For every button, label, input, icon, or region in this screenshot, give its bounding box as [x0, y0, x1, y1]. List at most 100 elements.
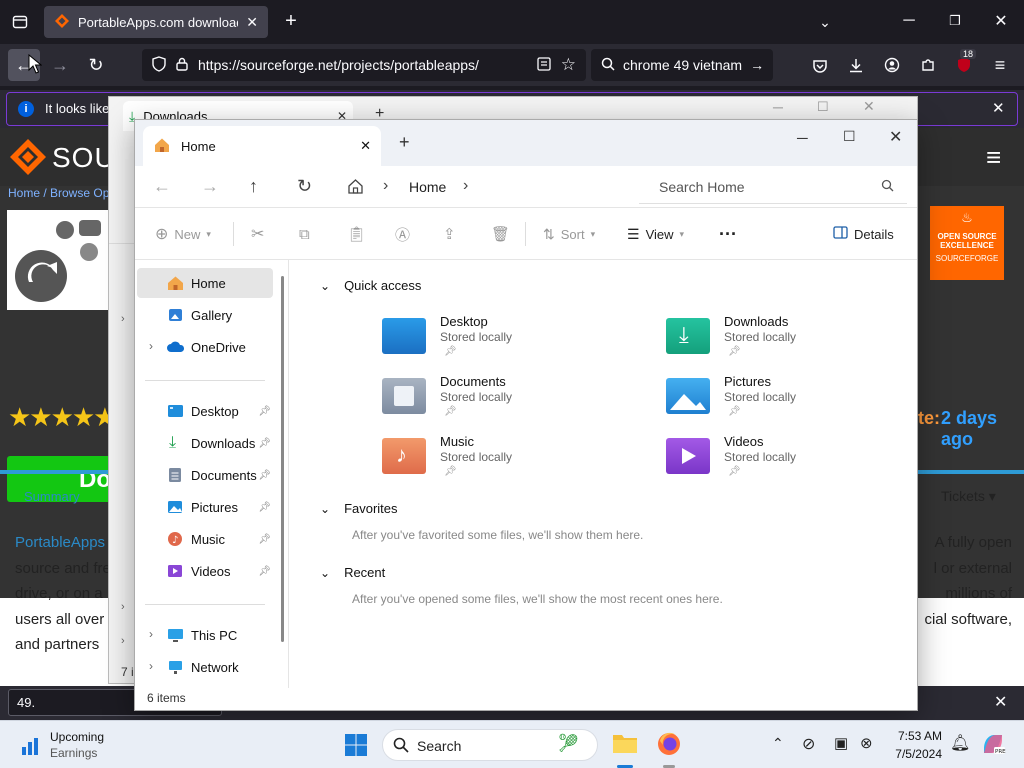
- windows-start-icon[interactable]: [344, 733, 368, 760]
- downloads-icon[interactable]: [846, 55, 866, 75]
- back-arrow-icon[interactable]: ←: [153, 176, 171, 197]
- sourceforge-logo-icon[interactable]: [8, 137, 48, 180]
- go-arrow-icon[interactable]: →: [750, 57, 764, 73]
- close-window-icon[interactable]: ✕: [992, 10, 1010, 32]
- network-status-icon[interactable]: ⊘: [802, 734, 815, 754]
- paste-icon[interactable]: 📋︎: [347, 220, 366, 248]
- up-arrow-icon[interactable]: ↑: [249, 176, 258, 197]
- nav-item-gallery[interactable]: Gallery: [137, 300, 273, 330]
- minimize-icon[interactable]: ─: [900, 10, 918, 32]
- maximize-icon[interactable]: ☐: [817, 99, 829, 115]
- lock-icon[interactable]: [176, 57, 188, 74]
- copilot-icon[interactable]: PRE: [980, 731, 1006, 760]
- nav-item-documents[interactable]: Documents 📌︎: [137, 460, 273, 490]
- url-bar[interactable]: https://sourceforge.net/projects/portabl…: [142, 49, 586, 81]
- close-tab-icon[interactable]: ✕: [246, 14, 258, 31]
- display-icon[interactable]: ▣: [834, 734, 848, 752]
- nav-item-downloads[interactable]: ⤓ Downloads 📌︎: [137, 428, 273, 458]
- search-bar[interactable]: chrome 49 vietnam →: [591, 49, 773, 81]
- chevron-up-icon[interactable]: ⌃: [772, 735, 784, 752]
- restore-icon[interactable]: ❐: [946, 10, 964, 32]
- find-close-icon[interactable]: ✕: [994, 692, 1007, 712]
- chevron-right-icon[interactable]: ›: [149, 659, 153, 673]
- forward-arrow-icon[interactable]: →: [201, 176, 219, 197]
- more-options-icon[interactable]: ···: [719, 220, 737, 248]
- site-menu-icon[interactable]: ≡: [986, 144, 1001, 170]
- close-icon[interactable]: ✕: [889, 127, 902, 147]
- favorites-header[interactable]: ⌄ Favorites: [320, 501, 398, 516]
- explorer-tab-home[interactable]: Home ✕: [143, 126, 381, 166]
- nav-scrollbar[interactable]: [281, 276, 284, 642]
- sort-button[interactable]: ⇅ Sort ▾: [543, 220, 595, 248]
- new-tab-button[interactable]: +: [280, 10, 302, 32]
- chevron-right-icon[interactable]: ›: [121, 601, 125, 613]
- quick-access-item[interactable]: Desktop Stored locally 📌︎: [382, 314, 622, 368]
- cut-icon[interactable]: ✂: [251, 220, 264, 248]
- nav-item-pictures[interactable]: Pictures 📌︎: [137, 492, 273, 522]
- extensions-icon[interactable]: [918, 55, 938, 75]
- account-icon[interactable]: [882, 55, 902, 75]
- notification-close-icon[interactable]: ✕: [992, 99, 1005, 117]
- file-explorer-taskbar-icon[interactable]: [612, 731, 638, 758]
- reload-button[interactable]: ↻: [86, 54, 106, 76]
- explorer-search-box[interactable]: Search Home: [639, 168, 907, 204]
- new-button[interactable]: ⊕ New ▾: [155, 220, 211, 248]
- bookmark-star-icon[interactable]: ☆: [561, 55, 576, 75]
- nav-item-network[interactable]: › Network: [137, 652, 273, 682]
- close-icon[interactable]: ✕: [863, 98, 875, 115]
- minimize-icon[interactable]: ─: [773, 99, 783, 115]
- chevron-right-icon[interactable]: ›: [149, 627, 153, 641]
- minimize-icon[interactable]: ─: [797, 130, 808, 147]
- nav-item-desktop[interactable]: Desktop 📌︎: [137, 396, 273, 426]
- quick-access-item[interactable]: Pictures Stored locally 📌︎: [666, 374, 906, 428]
- forward-button[interactable]: →: [50, 54, 70, 76]
- tab-summary[interactable]: Summary: [24, 489, 80, 504]
- menu-hamburger-icon[interactable]: ≡: [990, 55, 1010, 75]
- browser-tab[interactable]: PortableApps.com download | ✕: [44, 6, 268, 38]
- share-icon[interactable]: ⇪: [443, 220, 456, 248]
- site-breadcrumb[interactable]: Home / Browse Op: [8, 186, 109, 200]
- home-outline-icon[interactable]: [347, 178, 364, 198]
- nav-item-music[interactable]: ♪ Music 📌︎: [137, 524, 273, 554]
- address-breadcrumb[interactable]: Home: [409, 179, 446, 195]
- rename-icon[interactable]: Ⓐ: [395, 220, 410, 248]
- clock-date[interactable]: 7/5/2024: [886, 747, 942, 761]
- downloads-folder-icon: ⤓: [666, 318, 710, 354]
- chevron-right-icon[interactable]: ›: [463, 177, 468, 195]
- chevron-right-icon[interactable]: ›: [149, 339, 153, 353]
- chevron-right-icon[interactable]: ›: [121, 313, 125, 325]
- tab-tickets[interactable]: Tickets ▾: [941, 488, 996, 505]
- quick-access-item[interactable]: Documents Stored locally 📌︎: [382, 374, 622, 428]
- onedrive-cloud-icon: [167, 341, 185, 356]
- tab-list-icon[interactable]: [10, 12, 30, 32]
- refresh-icon[interactable]: ↻: [297, 176, 312, 197]
- recent-header[interactable]: ⌄ Recent: [320, 565, 385, 580]
- nav-item-home[interactable]: Home: [137, 268, 273, 298]
- view-button[interactable]: ☰ View ▾: [627, 220, 684, 248]
- copy-icon[interactable]: ⧉: [299, 220, 310, 248]
- nav-item-videos[interactable]: Videos 📌︎: [137, 556, 273, 586]
- shield-icon[interactable]: [152, 55, 166, 75]
- details-button[interactable]: Details: [833, 220, 894, 248]
- chevron-right-icon[interactable]: ›: [383, 177, 388, 195]
- firefox-taskbar-icon[interactable]: [656, 731, 682, 760]
- chevron-right-icon[interactable]: ›: [121, 635, 125, 647]
- clock-time[interactable]: 7:53 AM: [886, 729, 942, 743]
- nav-item-onedrive[interactable]: › OneDrive: [137, 332, 273, 362]
- new-tab-icon[interactable]: +: [399, 132, 410, 153]
- close-tab-icon[interactable]: ✕: [360, 138, 371, 154]
- pocket-icon[interactable]: [810, 56, 830, 76]
- volume-muted-icon[interactable]: ⊗: [860, 734, 873, 752]
- maximize-icon[interactable]: ☐: [843, 128, 856, 145]
- reader-view-icon[interactable]: [537, 56, 551, 74]
- quick-access-item[interactable]: ⤓ Downloads Stored locally 📌︎: [666, 314, 906, 368]
- notifications-bell-icon[interactable]: 🔔︎: [950, 733, 970, 753]
- delete-icon[interactable]: 🗑︎: [491, 220, 510, 248]
- quick-access-item[interactable]: ♪ Music Stored locally 📌︎: [382, 434, 622, 488]
- nav-item-this-pc[interactable]: › This PC: [137, 620, 273, 650]
- quick-access-header[interactable]: ⌄ Quick access: [320, 278, 421, 293]
- taskbar-search[interactable]: Search 🎾︎: [382, 729, 598, 761]
- weather-widget[interactable]: Upcoming Earnings: [16, 729, 116, 763]
- quick-access-item[interactable]: Videos Stored locally 📌︎: [666, 434, 906, 488]
- chevron-down-icon[interactable]: ⌄: [814, 12, 836, 32]
